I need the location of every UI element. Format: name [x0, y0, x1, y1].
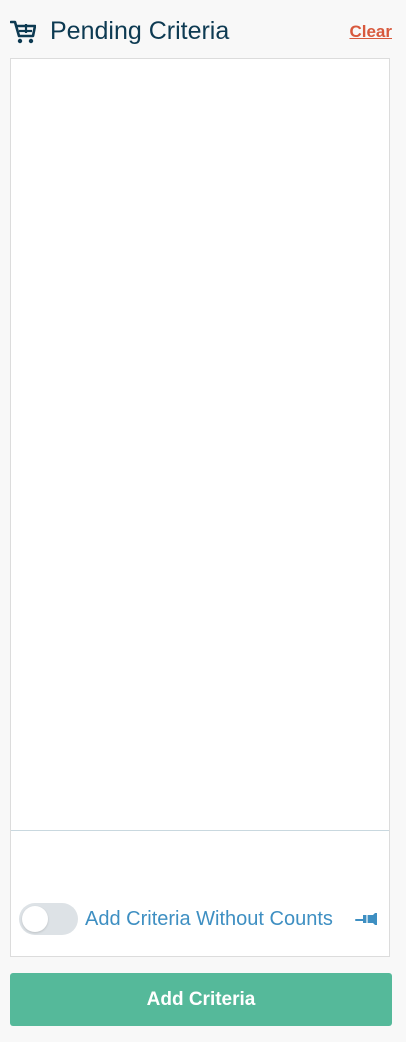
add-criteria-button[interactable]: Add Criteria [10, 973, 392, 1026]
toggle-knob [22, 906, 48, 932]
without-counts-option: Add Criteria Without Counts [19, 903, 383, 935]
page-title: Pending Criteria [50, 17, 230, 45]
pin-icon[interactable] [355, 910, 379, 928]
without-counts-label: Add Criteria Without Counts [85, 908, 333, 930]
criteria-panel: Add Criteria Without Counts [10, 58, 390, 957]
shopping-cart-icon [10, 20, 36, 44]
without-counts-toggle[interactable] [19, 903, 78, 935]
pending-criteria-header: Pending Criteria Clear [0, 0, 406, 58]
clear-link[interactable]: Clear [349, 22, 392, 42]
pending-criteria-list [11, 59, 389, 831]
